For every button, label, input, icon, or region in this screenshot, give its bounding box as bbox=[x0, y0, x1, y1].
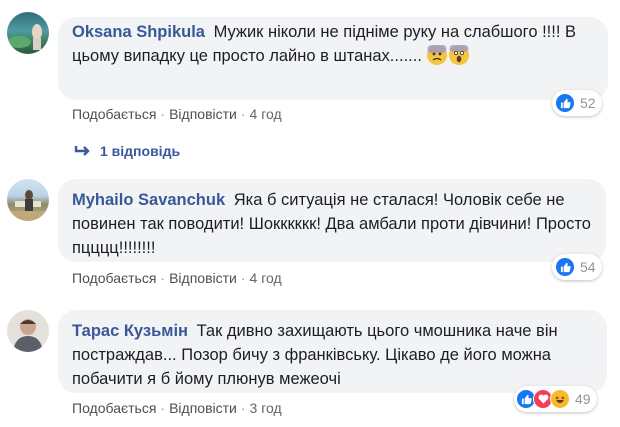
reply-link[interactable]: Відповісти bbox=[169, 106, 237, 122]
separator: · bbox=[160, 400, 166, 416]
comment-timestamp[interactable]: 4 год bbox=[250, 270, 282, 286]
avatar[interactable] bbox=[7, 310, 49, 352]
avatar[interactable] bbox=[7, 12, 49, 54]
reaction-count: 54 bbox=[580, 259, 596, 275]
reactions-count[interactable]: 54 bbox=[552, 254, 602, 280]
comment-timestamp[interactable]: 3 год bbox=[250, 400, 282, 416]
comment-actions: Подобається · Відповісти · 4 год bbox=[72, 106, 282, 122]
like-link[interactable]: Подобається bbox=[72, 270, 156, 286]
avatar-photo bbox=[13, 319, 43, 352]
separator: · bbox=[240, 400, 246, 416]
comment-author[interactable]: Тарас Кузьмін bbox=[72, 322, 188, 340]
reply-link[interactable]: Відповісти bbox=[169, 270, 237, 286]
separator: · bbox=[240, 106, 246, 122]
reply-arrow-icon bbox=[74, 146, 90, 156]
reply-link[interactable]: Відповісти bbox=[169, 400, 237, 416]
replies-count: 1 відповідь bbox=[100, 143, 181, 159]
avatar[interactable] bbox=[7, 179, 49, 221]
comment-bubble: Тарас Кузьмін Так дивно захищають цього … bbox=[58, 310, 607, 393]
comment-author[interactable]: Myhailo Savanchuk bbox=[72, 191, 225, 209]
screaming-face-emoji bbox=[448, 45, 469, 65]
view-replies-link[interactable]: 1 відповідь bbox=[74, 143, 180, 159]
like-link[interactable]: Подобається bbox=[72, 106, 156, 122]
reaction-count: 49 bbox=[575, 391, 591, 407]
reaction-count: 52 bbox=[580, 95, 596, 111]
separator: · bbox=[160, 270, 166, 286]
like-link[interactable]: Подобається bbox=[72, 400, 156, 416]
comment-actions: Подобається · Відповісти · 4 год bbox=[72, 270, 282, 286]
avatar-photo bbox=[7, 24, 42, 50]
comment-bubble: Oksana Shpikula Мужик ніколи не підніме … bbox=[58, 17, 608, 100]
haha-icon bbox=[550, 389, 570, 409]
like-icon bbox=[555, 257, 575, 277]
comment-author[interactable]: Oksana Shpikula bbox=[72, 23, 205, 41]
separator: · bbox=[160, 106, 166, 122]
comment-bubble: Myhailo Savanchuk Яка б ситуація не стал… bbox=[58, 179, 606, 262]
avatar-photo bbox=[7, 190, 49, 221]
reactions-count[interactable]: 52 bbox=[552, 90, 602, 116]
reactions-count[interactable]: 49 bbox=[514, 386, 597, 412]
separator: · bbox=[240, 270, 246, 286]
fearful-face-emoji bbox=[426, 45, 447, 65]
comment-timestamp[interactable]: 4 год bbox=[250, 106, 282, 122]
comment-actions: Подобається · Відповісти · 3 год bbox=[72, 400, 282, 416]
like-icon bbox=[555, 93, 575, 113]
